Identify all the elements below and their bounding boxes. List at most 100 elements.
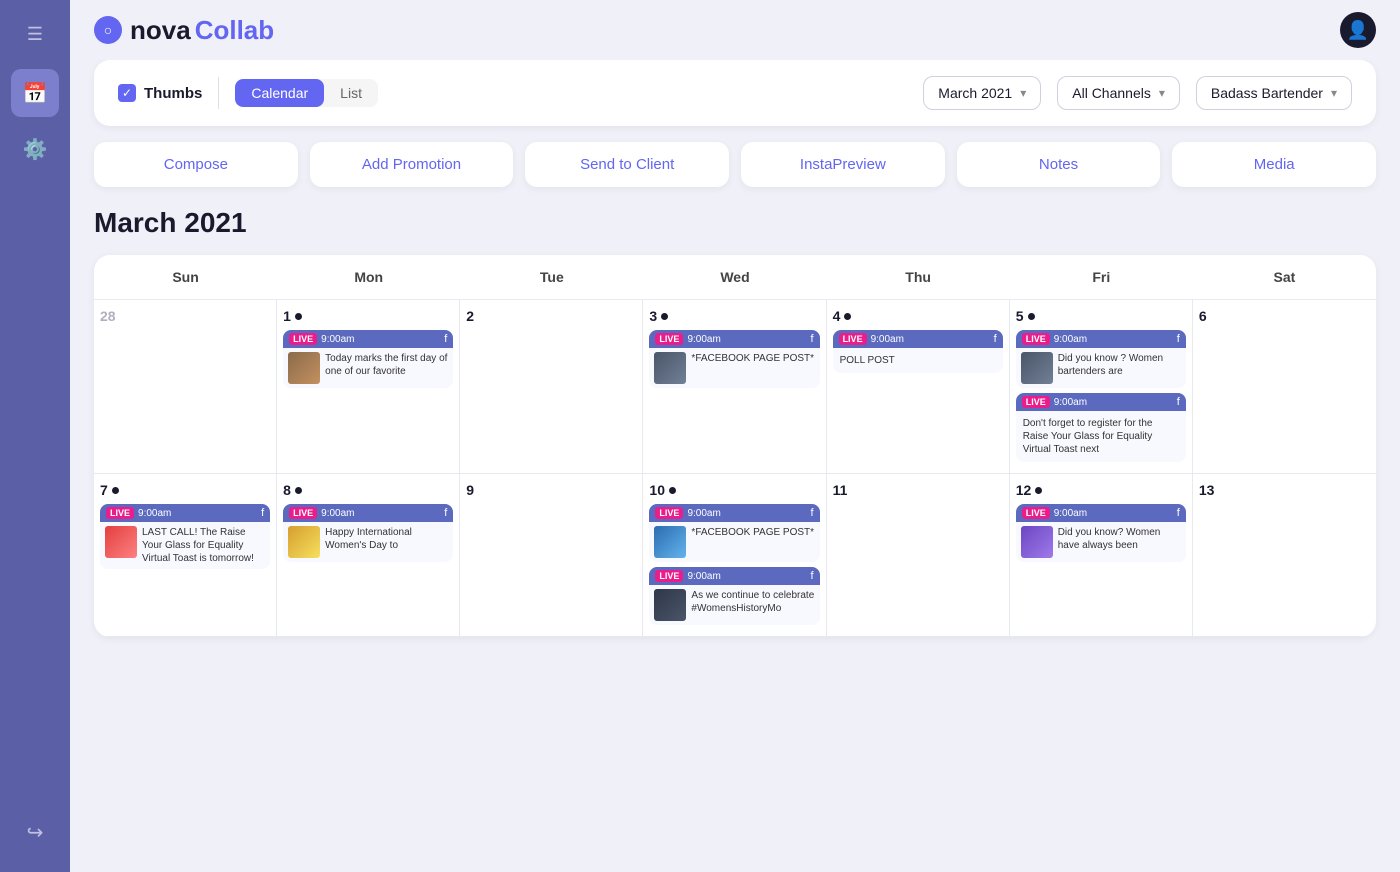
media-button[interactable]: Media: [1172, 142, 1376, 187]
post-body: Don't forget to register for the Raise Y…: [1016, 411, 1186, 462]
cal-cell-10[interactable]: 10 LIVE 9:00am f *FACEBOOK PAGE POST*: [643, 474, 826, 637]
notes-button[interactable]: Notes: [957, 142, 1161, 187]
cal-date-7: 7: [100, 482, 270, 498]
cal-cell-12[interactable]: 12 LIVE 9:00am f Did you know? Women hav…: [1010, 474, 1193, 637]
day-header-sat: Sat: [1193, 255, 1376, 300]
dot-4: [844, 313, 851, 320]
cal-date-4: 4: [833, 308, 1003, 324]
sidebar: ☰ 📅 ⚙️ ↪: [0, 0, 70, 872]
fb-icon: f: [811, 570, 814, 582]
post-text: Did you know ? Women bartenders are: [1058, 352, 1181, 384]
brand-dropdown[interactable]: Badass Bartender ▾: [1196, 76, 1352, 110]
post-card-5-2[interactable]: LIVE 9:00am f Don't forget to register f…: [1016, 393, 1186, 462]
channels-label: All Channels: [1072, 85, 1151, 101]
calendar-icon: 📅: [23, 81, 48, 106]
post-time: 9:00am: [687, 571, 806, 582]
cal-date-12: 12: [1016, 482, 1186, 498]
live-badge: LIVE: [289, 507, 317, 519]
post-header-10-1: LIVE 9:00am f: [649, 504, 819, 522]
cal-cell-9[interactable]: 9: [460, 474, 643, 637]
add-promotion-button[interactable]: Add Promotion: [310, 142, 514, 187]
logo-nova: nova: [130, 15, 191, 46]
thumbs-checkbox[interactable]: ✓: [118, 84, 136, 102]
cal-cell-11[interactable]: 11: [827, 474, 1010, 637]
cal-cell-5[interactable]: 5 LIVE 9:00am f Did you know ? Women bar…: [1010, 300, 1193, 474]
sidebar-item-calendar[interactable]: 📅: [11, 69, 59, 117]
day-header-wed: Wed: [643, 255, 826, 300]
fb-icon: f: [261, 507, 264, 519]
post-card-7-1[interactable]: LIVE 9:00am f LAST CALL! The Raise Your …: [100, 504, 270, 569]
post-thumb: [654, 526, 686, 558]
post-text: Today marks the first day of one of our …: [325, 352, 448, 384]
post-time: 9:00am: [687, 508, 806, 519]
post-text: POLL POST: [838, 352, 897, 369]
logo-collab: Collab: [195, 15, 274, 46]
live-badge: LIVE: [1022, 396, 1050, 408]
post-card-4-1[interactable]: LIVE 9:00am f POLL POST: [833, 330, 1003, 373]
post-thumb: [1021, 526, 1053, 558]
fb-icon: f: [444, 507, 447, 519]
day-header-fri: Fri: [1010, 255, 1193, 300]
post-thumb: [654, 352, 686, 384]
cal-cell-28[interactable]: 28: [94, 300, 277, 474]
cal-date-10: 10: [649, 482, 819, 498]
post-card-10-2[interactable]: LIVE 9:00am f As we continue to celebrat…: [649, 567, 819, 625]
post-thumb: [1021, 352, 1053, 384]
post-body: Did you know ? Women bartenders are: [1016, 348, 1186, 388]
cal-cell-3[interactable]: 3 LIVE 9:00am f *FACEBOOK PAGE POST*: [643, 300, 826, 474]
cal-cell-6[interactable]: 6: [1193, 300, 1376, 474]
cal-cell-7[interactable]: 7 LIVE 9:00am f LAST CALL! The Raise You…: [94, 474, 277, 637]
sidebar-item-settings[interactable]: ⚙️: [11, 125, 59, 173]
channels-dropdown[interactable]: All Channels ▾: [1057, 76, 1180, 110]
post-text: LAST CALL! The Raise Your Glass for Equa…: [142, 526, 265, 565]
live-badge: LIVE: [655, 507, 683, 519]
cal-date-9: 9: [466, 482, 636, 498]
calendar-title: March 2021: [94, 207, 1376, 239]
post-header-1-1: LIVE 9:00am f: [283, 330, 453, 348]
post-card-1-1[interactable]: LIVE 9:00am f Today marks the first day …: [283, 330, 453, 388]
live-badge: LIVE: [839, 333, 867, 345]
calendar-view-button[interactable]: Calendar: [235, 79, 324, 107]
cal-cell-2[interactable]: 2: [460, 300, 643, 474]
channels-dropdown-arrow: ▾: [1159, 86, 1165, 100]
action-buttons: Compose Add Promotion Send to Client Ins…: [94, 142, 1376, 187]
dot-12: [1035, 487, 1042, 494]
post-header-8-1: LIVE 9:00am f: [283, 504, 453, 522]
logo: ○ nova Collab: [94, 15, 274, 46]
cal-cell-4[interactable]: 4 LIVE 9:00am f POLL POST: [827, 300, 1010, 474]
post-time: 9:00am: [321, 334, 440, 345]
compose-button[interactable]: Compose: [94, 142, 298, 187]
post-card-3-1[interactable]: LIVE 9:00am f *FACEBOOK PAGE POST*: [649, 330, 819, 388]
fb-icon: f: [1177, 396, 1180, 408]
fb-icon: f: [1177, 333, 1180, 345]
dot-10: [669, 487, 676, 494]
post-card-5-1[interactable]: LIVE 9:00am f Did you know ? Women barte…: [1016, 330, 1186, 388]
day-header-tue: Tue: [460, 255, 643, 300]
post-text: Don't forget to register for the Raise Y…: [1021, 415, 1181, 458]
cal-cell-1[interactable]: 1 LIVE 9:00am f Today marks the first da…: [277, 300, 460, 474]
post-card-10-1[interactable]: LIVE 9:00am f *FACEBOOK PAGE POST*: [649, 504, 819, 562]
thumbs-toggle[interactable]: ✓ Thumbs: [118, 84, 202, 102]
cal-cell-8[interactable]: 8 LIVE 9:00am f Happy International Wome…: [277, 474, 460, 637]
fb-icon: f: [444, 333, 447, 345]
post-time: 9:00am: [871, 334, 990, 345]
list-view-button[interactable]: List: [324, 79, 378, 107]
post-card-12-1[interactable]: LIVE 9:00am f Did you know? Women have a…: [1016, 504, 1186, 562]
dot-5: [1028, 313, 1035, 320]
post-header-10-2: LIVE 9:00am f: [649, 567, 819, 585]
fb-icon: f: [811, 507, 814, 519]
main-content: ○ nova Collab 👤 ✓ Thumbs Calendar List M…: [70, 0, 1400, 872]
cal-cell-13[interactable]: 13: [1193, 474, 1376, 637]
post-text: *FACEBOOK PAGE POST*: [691, 526, 814, 558]
month-dropdown[interactable]: March 2021 ▾: [923, 76, 1041, 110]
send-to-client-button[interactable]: Send to Client: [525, 142, 729, 187]
post-card-8-1[interactable]: LIVE 9:00am f Happy International Women'…: [283, 504, 453, 562]
brand-label: Badass Bartender: [1211, 85, 1323, 101]
avatar[interactable]: 👤: [1340, 12, 1376, 48]
cal-date-5: 5: [1016, 308, 1186, 324]
fb-icon: f: [994, 333, 997, 345]
instapreview-button[interactable]: InstaPreview: [741, 142, 945, 187]
post-time: 9:00am: [321, 508, 440, 519]
menu-icon[interactable]: ☰: [19, 16, 51, 53]
sidebar-item-logout[interactable]: ↪: [11, 808, 59, 856]
